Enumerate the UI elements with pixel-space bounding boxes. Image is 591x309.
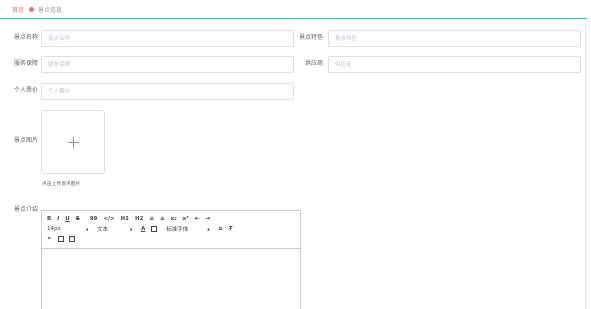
background-color-icon[interactable] <box>151 226 158 232</box>
bold-button[interactable]: B <box>47 214 51 224</box>
superscript-button[interactable]: x² <box>183 214 189 224</box>
supplier-label: 供应商 <box>304 60 323 67</box>
caret-icon: ♦ <box>85 226 89 232</box>
image-label: 景点图片 <box>13 137 38 144</box>
feature-input[interactable] <box>328 30 581 47</box>
name-input[interactable] <box>41 30 294 47</box>
header-divider <box>0 18 587 19</box>
italic-button[interactable]: I <box>57 214 59 224</box>
outdent-icon[interactable]: ⇤ <box>195 214 200 224</box>
underline-button[interactable]: U <box>65 214 69 224</box>
h2-button[interactable]: H2 <box>135 214 143 224</box>
link-icon[interactable]: ⚭ <box>47 234 52 244</box>
scrollbar[interactable] <box>585 20 586 309</box>
rich-text-editor: B I U S 99 </> H1 H2 ≡ ≡ x₂ x² ⇤ ⇥ 14px … <box>41 210 301 309</box>
image-uploader[interactable] <box>41 110 105 174</box>
bullet-list-icon[interactable]: ≡ <box>160 214 165 224</box>
font-size-select[interactable]: 14px ♦ <box>47 226 89 232</box>
upload-hint: 点击上传景点图片 <box>42 182 81 187</box>
font-family-value: 标准字体 <box>166 227 189 233</box>
caret-icon: ♦ <box>129 226 133 232</box>
editor-toolbar: B I U S 99 </> H1 H2 ≡ ≡ x₂ x² ⇤ ⇥ 14px … <box>42 211 300 249</box>
breadcrumb-home[interactable]: 首页 <box>12 5 24 14</box>
editor-content[interactable] <box>42 249 300 309</box>
plus-icon-vertical <box>73 137 74 148</box>
clear-format-icon[interactable]: T̸ <box>229 224 233 234</box>
service-label: 服务保障 <box>13 60 38 67</box>
align-icon[interactable]: ≡ <box>218 224 223 234</box>
video-icon[interactable] <box>68 236 75 242</box>
supplier-input[interactable] <box>328 56 581 73</box>
code-button[interactable]: </> <box>103 214 114 224</box>
intro-label: 景点介绍 <box>13 206 38 213</box>
subscript-button[interactable]: x₂ <box>171 214 177 224</box>
price-input[interactable] <box>41 83 294 100</box>
image-icon[interactable] <box>57 236 64 242</box>
quote-button[interactable]: 99 <box>90 214 98 224</box>
text-color-button[interactable]: A <box>141 224 145 234</box>
strikethrough-button[interactable]: S <box>76 214 80 224</box>
font-family-select[interactable]: 标准字体 ♦ <box>166 225 211 234</box>
caret-icon: ♦ <box>206 226 211 232</box>
name-label: 景点名称 <box>13 34 38 41</box>
h1-button[interactable]: H1 <box>121 214 129 224</box>
feature-label: 景点特色 <box>298 34 323 41</box>
block-format-select[interactable]: 文本 ♦ <box>97 225 133 234</box>
indent-icon[interactable]: ⇥ <box>205 214 210 224</box>
breadcrumb-current: 景点信息 <box>38 6 63 14</box>
block-format-value: 文本 <box>97 227 109 233</box>
home-icon <box>29 6 35 12</box>
breadcrumb: 首页 景点信息 <box>12 4 62 14</box>
service-input[interactable] <box>41 56 294 73</box>
font-size-value: 14px <box>47 226 61 232</box>
ordered-list-icon[interactable]: ≡ <box>149 214 154 224</box>
price-label: 个人票价 <box>13 87 38 94</box>
